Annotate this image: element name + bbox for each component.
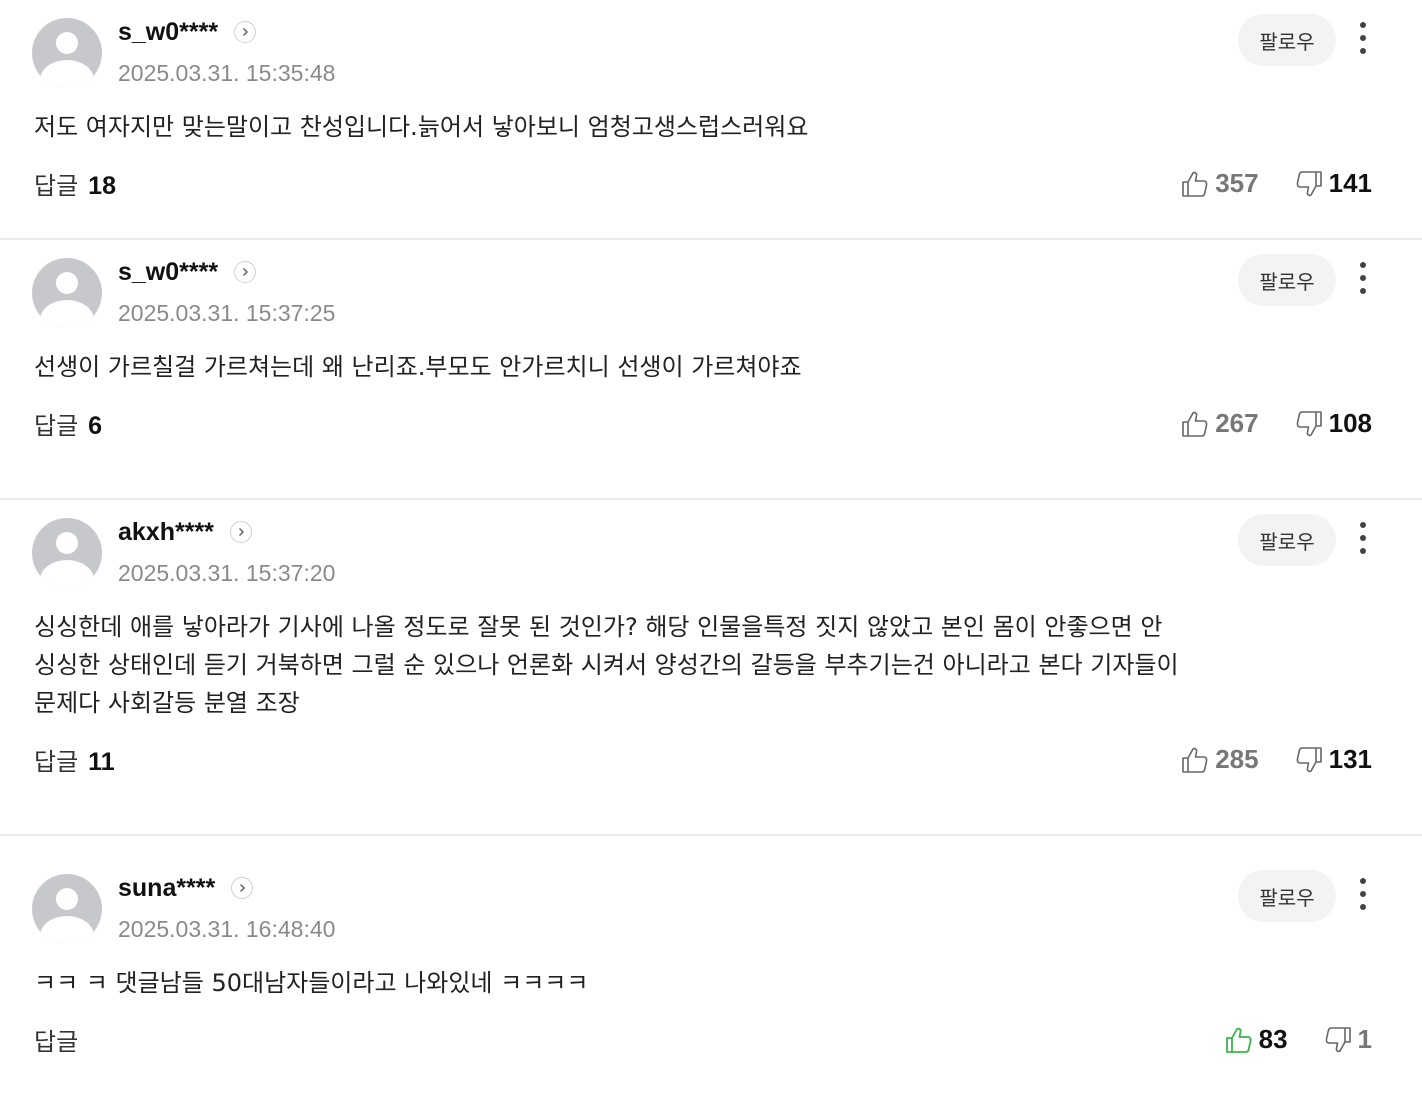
comment-text: ㅋㅋ ㅋ 댓글남들 50대남자들이라고 나와있네 ㅋㅋㅋㅋ [34, 964, 1334, 1002]
like-button[interactable]: 357 [1181, 168, 1259, 199]
more-vertical-icon[interactable] [1352, 258, 1374, 298]
comment-text: 저도 여자지만 맞는말이고 찬성입니다.늙어서 낳아보니 엄청고생스럽스러워요 [34, 108, 1334, 146]
dislike-button[interactable]: 131 [1295, 744, 1372, 775]
thumbs-down-icon [1324, 1026, 1352, 1054]
author-row: suna**** [118, 870, 254, 906]
dislike-count: 1 [1357, 1024, 1372, 1054]
follow-button[interactable]: 팔로우 [1238, 254, 1336, 306]
reply-label: 답글 [34, 1028, 79, 1056]
comment-text-line: 저도 여자지만 맞는말이고 찬성입니다.늙어서 낳아보니 엄청고생스럽스러워요 [34, 113, 809, 141]
thumbs-up-icon [1181, 410, 1209, 438]
comment-item: akxh**** 2025.03.31. 15:37:20 팔로우 싱싱한데 애… [0, 500, 1422, 836]
comment-text-line: 선생이 가르칠걸 가르쳐는데 왜 난리죠.부모도 안가르치니 선생이 가르쳐야죠 [34, 353, 802, 381]
comment-text: 선생이 가르칠걸 가르쳐는데 왜 난리죠.부모도 안가르치니 선생이 가르쳐야죠 [34, 348, 1334, 386]
thumbs-up-icon [1181, 746, 1209, 774]
reply-label: 답글 [34, 172, 79, 200]
dislike-button[interactable]: 141 [1295, 168, 1372, 199]
default-avatar-icon[interactable] [32, 874, 102, 944]
comment-item: s_w0**** 2025.03.31. 15:37:25 팔로우 선생이 가르… [0, 240, 1422, 500]
like-count: 285 [1215, 744, 1259, 774]
follow-button[interactable]: 팔로우 [1238, 14, 1336, 66]
comment-text-line: 싱싱한데 애를 낳아라가 기사에 나올 정도로 잘못 된 것인가? 해당 인물을… [34, 613, 1163, 641]
vote-group: 357 141 [1181, 168, 1372, 199]
author-nickname[interactable]: s_w0**** [118, 258, 218, 287]
like-count: 83 [1258, 1024, 1288, 1054]
comment-list: s_w0**** 2025.03.31. 15:35:48 팔로우 저도 여자지… [0, 0, 1422, 1093]
vote-group: 267 108 [1181, 408, 1372, 439]
dislike-count: 108 [1328, 408, 1372, 438]
follow-button[interactable]: 팔로우 [1238, 514, 1336, 566]
reply-label: 답글 [34, 412, 79, 440]
comment-date: 2025.03.31. 15:37:20 [118, 560, 336, 586]
dislike-button[interactable]: 1 [1324, 1024, 1372, 1055]
thumbs-up-icon [1225, 1026, 1253, 1054]
chevron-right-icon[interactable] [234, 21, 257, 43]
thumbs-down-icon [1295, 170, 1323, 198]
author-nickname[interactable]: suna**** [118, 874, 215, 903]
reply-button[interactable]: 답글 [34, 1022, 88, 1057]
default-avatar-icon[interactable] [32, 258, 102, 328]
comment-date: 2025.03.31. 16:48:40 [118, 916, 336, 942]
thumbs-up-icon [1181, 170, 1209, 198]
default-avatar-icon[interactable] [32, 518, 102, 588]
reply-count: 11 [88, 748, 115, 776]
dislike-count: 141 [1328, 168, 1372, 198]
reply-count: 18 [88, 172, 116, 200]
like-button[interactable]: 83 [1225, 1024, 1288, 1055]
dislike-button[interactable]: 108 [1295, 408, 1372, 439]
more-vertical-icon[interactable] [1352, 18, 1374, 58]
reply-button[interactable]: 답글 11 [34, 742, 115, 777]
comment-text-line: ㅋㅋ ㅋ 댓글남들 50대남자들이라고 나와있네 ㅋㅋㅋㅋ [34, 969, 589, 997]
dislike-count: 131 [1328, 744, 1372, 774]
like-button[interactable]: 285 [1181, 744, 1259, 775]
comment-text-line: 싱싱한 상태인데 듣기 거북하면 그럴 순 있으나 언론화 시켜서 양성간의 갈… [34, 651, 1179, 679]
vote-group: 285 131 [1181, 744, 1372, 775]
like-count: 267 [1215, 408, 1259, 438]
like-count: 357 [1215, 168, 1259, 198]
default-avatar-icon[interactable] [32, 18, 102, 88]
author-row: s_w0**** [118, 14, 257, 50]
comment-date: 2025.03.31. 15:37:25 [118, 300, 336, 326]
comment-date: 2025.03.31. 15:35:48 [118, 60, 336, 86]
comment-text: 싱싱한데 애를 낳아라가 기사에 나올 정도로 잘못 된 것인가? 해당 인물을… [34, 608, 1334, 722]
vote-group: 83 1 [1225, 1024, 1372, 1055]
thumbs-down-icon [1295, 746, 1323, 774]
more-vertical-icon[interactable] [1352, 874, 1374, 914]
comment-text-line: 문제다 사회갈등 분열 조장 [34, 689, 300, 717]
author-nickname[interactable]: akxh**** [118, 518, 214, 547]
more-vertical-icon[interactable] [1352, 518, 1374, 558]
reply-label: 답글 [34, 748, 79, 776]
author-row: akxh**** [118, 514, 252, 550]
reply-button[interactable]: 답글 6 [34, 406, 102, 441]
comment-item: suna**** 2025.03.31. 16:48:40 팔로우 ㅋㅋ ㅋ 댓… [0, 836, 1422, 1093]
reply-button[interactable]: 답글 18 [34, 166, 116, 201]
follow-button[interactable]: 팔로우 [1238, 870, 1336, 922]
thumbs-down-icon [1295, 410, 1323, 438]
author-nickname[interactable]: s_w0**** [118, 18, 218, 47]
author-row: s_w0**** [118, 254, 257, 290]
reply-count: 6 [88, 412, 103, 440]
chevron-right-icon[interactable] [234, 261, 257, 283]
chevron-right-icon[interactable] [231, 877, 254, 899]
like-button[interactable]: 267 [1181, 408, 1259, 439]
chevron-right-icon[interactable] [229, 521, 252, 543]
comment-item: s_w0**** 2025.03.31. 15:35:48 팔로우 저도 여자지… [0, 0, 1422, 240]
